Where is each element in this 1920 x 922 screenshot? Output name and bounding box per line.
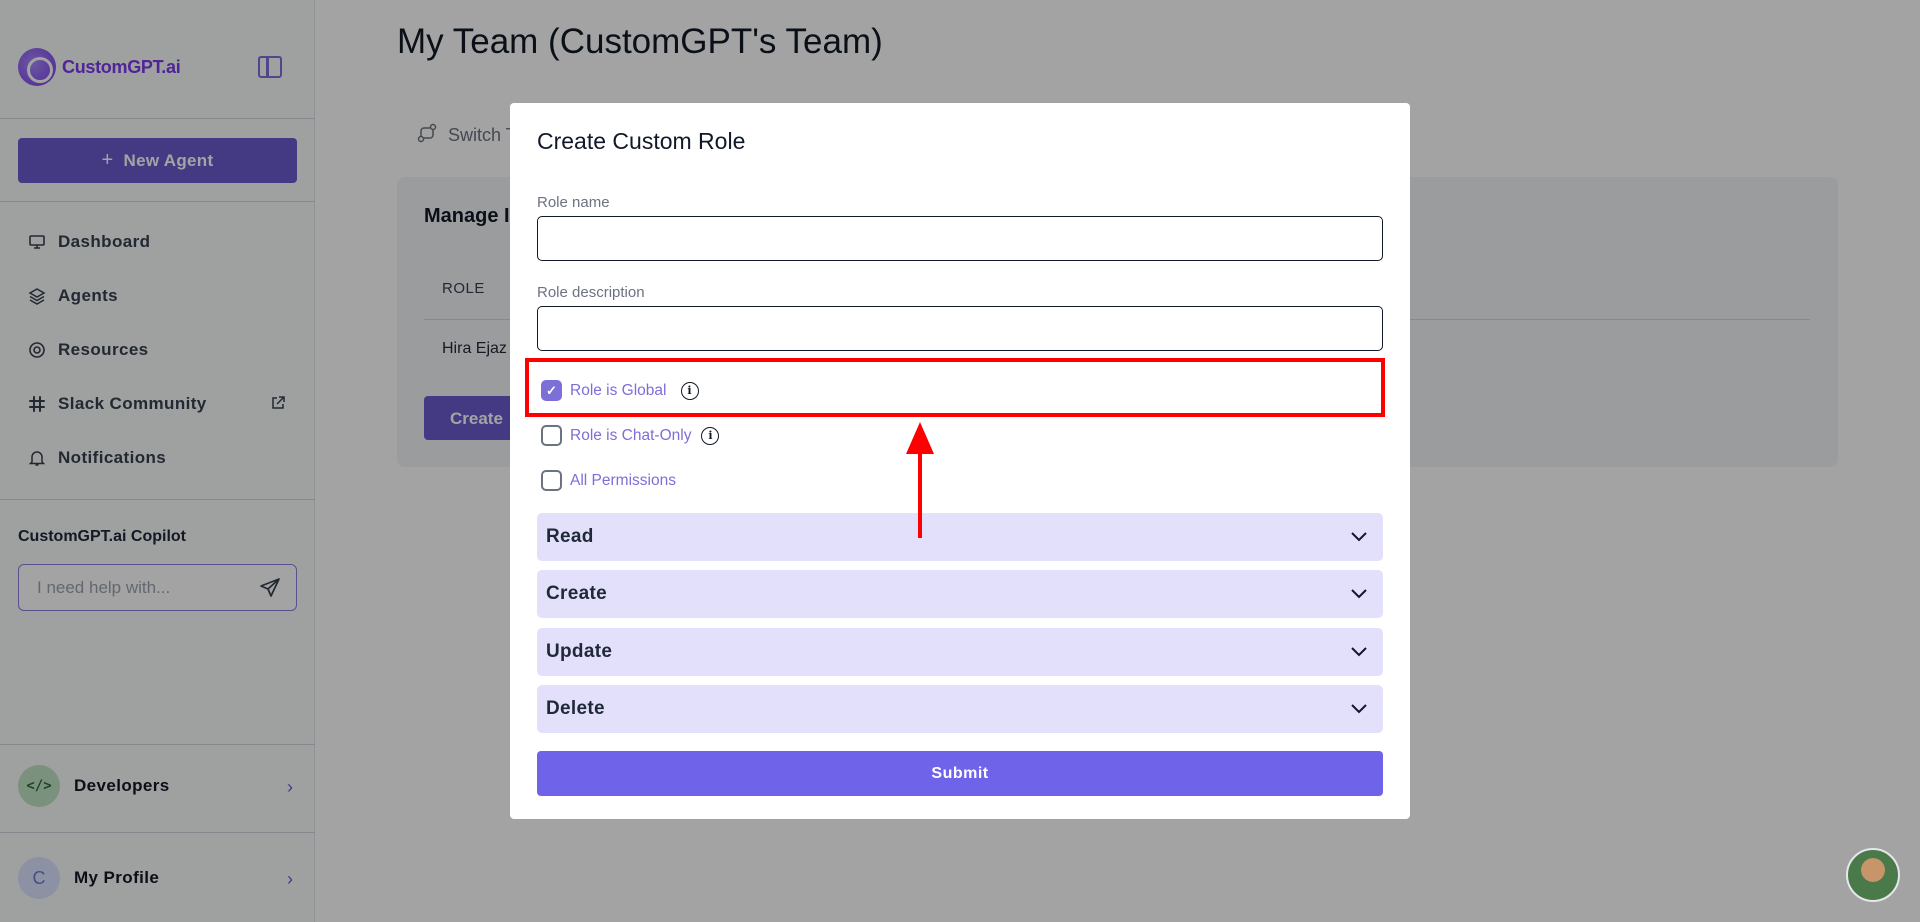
submit-button[interactable]: Submit <box>537 751 1383 796</box>
accordion-update[interactable]: Update <box>537 628 1383 676</box>
chevron-down-icon <box>1349 527 1369 553</box>
modal-title: Create Custom Role <box>537 128 746 154</box>
role-description-input[interactable] <box>537 306 1383 351</box>
annotation-highlight-box <box>525 358 1385 417</box>
role-is-chat-only-label: Role is Chat-Only <box>570 426 692 444</box>
accordion-label: Delete <box>546 698 605 719</box>
role-is-chat-only-checkbox[interactable]: Role is Chat-Only i <box>541 425 720 446</box>
accordion-label: Update <box>546 641 613 662</box>
role-description-label: Role description <box>537 284 645 301</box>
chevron-down-icon <box>1349 699 1369 725</box>
info-icon[interactable]: i <box>701 426 720 445</box>
accordion-read[interactable]: Read <box>537 513 1383 561</box>
role-name-input[interactable] <box>537 216 1383 261</box>
accordion-delete[interactable]: Delete <box>537 685 1383 733</box>
accordion-label: Create <box>546 583 607 604</box>
chevron-down-icon <box>1349 584 1369 610</box>
support-chat-avatar[interactable] <box>1846 848 1900 902</box>
all-permissions-checkbox[interactable]: All Permissions <box>541 470 676 491</box>
chevron-down-icon <box>1349 642 1369 668</box>
checkbox-unchecked-icon[interactable] <box>541 425 562 446</box>
annotation-arrow-icon <box>906 422 934 538</box>
accordion-create[interactable]: Create <box>537 570 1383 618</box>
create-custom-role-modal: Create Custom Role Role name Role descri… <box>510 103 1410 819</box>
accordion-label: Read <box>546 526 594 547</box>
all-permissions-label: All Permissions <box>570 471 676 489</box>
checkbox-unchecked-icon[interactable] <box>541 470 562 491</box>
role-name-label: Role name <box>537 194 610 211</box>
